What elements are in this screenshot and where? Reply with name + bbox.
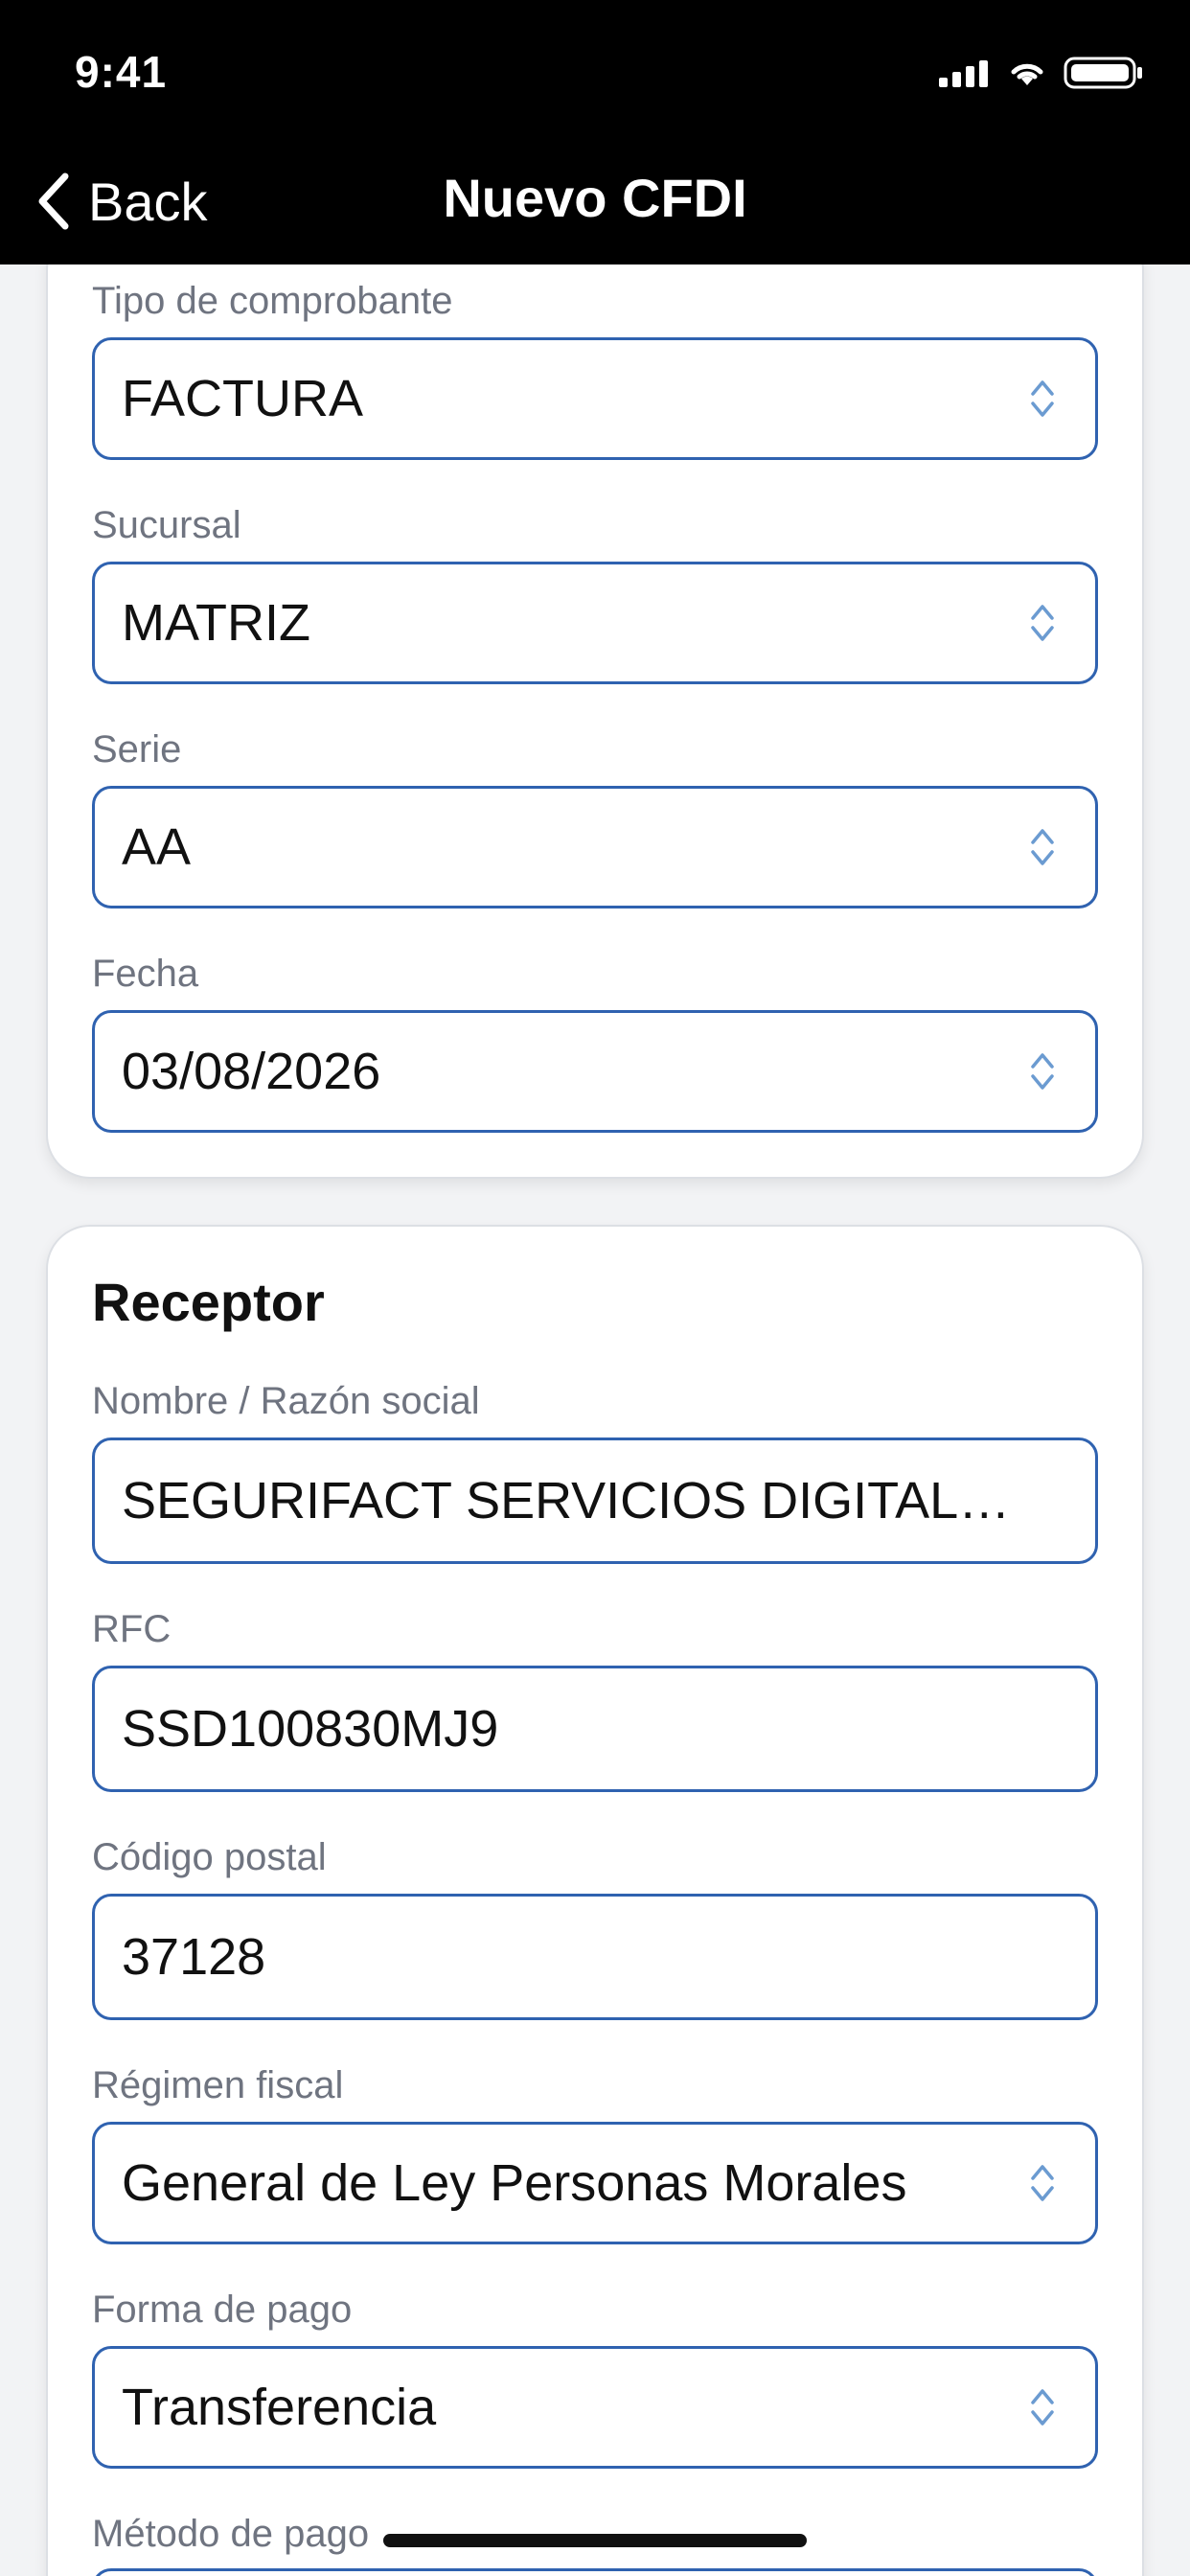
chevron-up-down-icon [1031,829,1054,865]
rfc-label: RFC [92,1608,172,1650]
nombre-label: Nombre / Razón social [92,1380,480,1422]
top-bar: 9:41 Back Nuevo CFDI [0,0,1190,264]
forma-pago-value: Transferencia [122,2379,437,2436]
nombre-value: SEGURIFACT SERVICIOS DIGITALES... [122,1472,1071,1530]
tipo-comprobante-label: Tipo de comprobante [92,280,453,322]
chevron-up-down-icon [1031,1053,1054,1090]
forma-pago-label: Forma de pago [92,2288,353,2331]
fecha-picker[interactable]: 03/08/2026 [92,1010,1098,1133]
serie-label: Serie [92,728,182,770]
tipo-comprobante-select[interactable]: FACTURA [92,337,1098,460]
sucursal-select[interactable]: MATRIZ [92,562,1098,684]
regimen-fiscal-value: General de Ley Personas Morales [122,2154,907,2212]
codigo-postal-input[interactable]: 37128 [92,1894,1098,2020]
receptor-section-title: Receptor [92,1272,325,1332]
status-icons [939,56,1144,90]
sucursal-label: Sucursal [92,504,241,546]
metodo-pago-label: Método de pago [92,2513,370,2555]
wifi-icon [1011,63,1043,85]
chevron-up-down-icon [1031,380,1054,417]
navigation-bar: Back Nuevo CFDI [0,144,1190,264]
sucursal-value: MATRIZ [122,594,310,652]
home-indicator [383,2534,807,2547]
serie-value: AA [122,818,192,876]
serie-select[interactable]: AA [92,786,1098,908]
chevron-up-down-icon [1031,605,1054,641]
fecha-label: Fecha [92,953,199,995]
status-bar: 9:41 [0,0,1190,144]
signal-icon [939,60,988,87]
page-title: Nuevo CFDI [443,168,747,228]
forma-pago-select[interactable]: Transferencia [92,2346,1098,2469]
tipo-comprobante-value: FACTURA [122,370,364,427]
codigo-postal-value: 37128 [122,1928,266,1986]
fecha-value: 03/08/2026 [122,1043,381,1100]
regimen-fiscal-label: Régimen fiscal [92,2064,344,2106]
form-content[interactable]: Tipo de comprobante FACTURA Sucursal MAT… [0,264,1190,2576]
regimen-fiscal-select[interactable]: General de Ley Personas Morales [92,2122,1098,2244]
chevron-up-down-icon [1031,2165,1054,2201]
rfc-value: SSD100830MJ9 [122,1700,499,1758]
codigo-postal-label: Código postal [92,1836,327,1878]
status-time: 9:41 [75,47,168,97]
rfc-input[interactable]: SSD100830MJ9 [92,1666,1098,1792]
chevron-up-down-icon [1031,2389,1054,2426]
battery-icon [1064,57,1142,89]
metodo-pago-select[interactable] [92,2568,1098,2576]
nombre-input[interactable]: SEGURIFACT SERVICIOS DIGITALES... [92,1438,1098,1564]
